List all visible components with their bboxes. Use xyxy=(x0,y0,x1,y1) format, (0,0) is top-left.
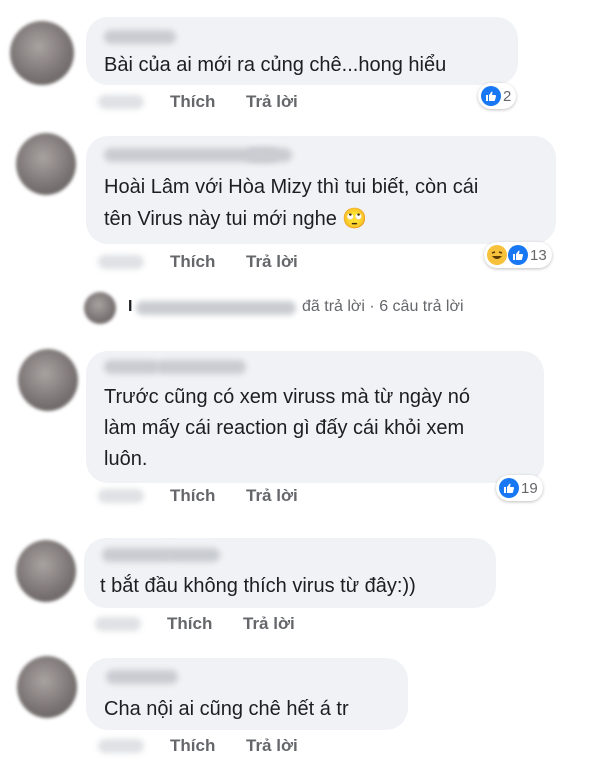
commenter-avatar[interactable] xyxy=(10,21,74,85)
comment-actions: Thích Trả lời xyxy=(98,484,358,508)
like-reaction-icon xyxy=(481,86,501,106)
comment-text-line: tên Virus này tui mới nghe 🙄 xyxy=(104,208,368,230)
separator-dot: · xyxy=(369,298,375,315)
timestamp-blurred[interactable] xyxy=(98,255,144,269)
comment-actions: Thích Trả lời xyxy=(98,734,358,758)
comment-bubble: Hoài Lâm với Hòa Mizy thì tui biết, còn … xyxy=(86,136,556,244)
view-replies-link[interactable]: I đã trả lời · 6 câu trả lời xyxy=(84,292,524,324)
like-button[interactable]: Thích xyxy=(170,90,215,114)
commenter-avatar[interactable] xyxy=(18,349,78,411)
like-reaction-icon xyxy=(508,245,528,265)
comment-actions: Thích Trả lời xyxy=(98,250,358,274)
comment-bubble: Cha nội ai cũng chê hết á tr xyxy=(86,658,408,730)
reaction-count: 13 xyxy=(530,246,547,264)
commenter-name-blurred[interactable] xyxy=(104,360,160,374)
commenter-avatar[interactable] xyxy=(16,540,76,602)
replied-label: đã trả lời xyxy=(302,298,365,315)
commenter-name-blurred xyxy=(156,360,246,374)
comment-text-line: Bài của ai mới ra củng chê...hong hiểu xyxy=(104,54,447,76)
comment-text-line: t bắt đầu không thích virus từ đây:)) xyxy=(100,575,416,597)
reaction-summary[interactable]: 19 xyxy=(496,475,543,501)
reply-button[interactable]: Trả lời xyxy=(246,90,298,114)
commenter-name-blurred[interactable] xyxy=(106,670,178,684)
reply-button[interactable]: Trả lời xyxy=(246,734,298,758)
comment-bubble: Bài của ai mới ra củng chê...hong hiểu xyxy=(86,17,518,85)
commenter-name-blurred xyxy=(168,548,220,562)
haha-reaction-icon xyxy=(487,245,507,265)
like-button[interactable]: Thích xyxy=(170,250,215,274)
replier-avatar xyxy=(84,292,116,324)
reply-count: 6 câu trả lời xyxy=(379,298,464,315)
reaction-count: 2 xyxy=(503,87,512,105)
reply-button[interactable]: Trả lời xyxy=(246,484,298,508)
reaction-summary[interactable]: 13 xyxy=(484,242,552,268)
commenter-avatar[interactable] xyxy=(16,133,76,195)
comment-text-line: luôn. xyxy=(104,448,148,470)
timestamp-blurred[interactable] xyxy=(98,95,144,109)
reaction-count: 19 xyxy=(521,479,538,497)
comment-text-line: Cha nội ai cũng chê hết á tr xyxy=(104,698,349,720)
timestamp-blurred[interactable] xyxy=(98,739,144,753)
timestamp-blurred[interactable] xyxy=(95,617,141,631)
reply-button[interactable]: Trả lời xyxy=(243,612,295,636)
replier-name-blurred xyxy=(136,301,296,315)
comment-bubble: Trước cũng có xem viruss mà từ ngày nó l… xyxy=(86,351,544,483)
like-button[interactable]: Thích xyxy=(170,734,215,758)
commenter-name-blurred[interactable] xyxy=(104,30,176,44)
comment-text-line: làm mấy cái reaction gì đấy cái khỏi xem xyxy=(104,417,465,439)
commenter-name-blurred[interactable] xyxy=(102,548,174,562)
reaction-summary[interactable]: 2 xyxy=(478,83,517,109)
comment-bubble: t bắt đầu không thích virus từ đây:)) xyxy=(84,538,496,608)
comment-actions: Thích Trả lời xyxy=(98,90,358,114)
comment-text-line: Hoài Lâm với Hòa Mizy thì tui biết, còn … xyxy=(104,176,479,198)
like-button[interactable]: Thích xyxy=(167,612,212,636)
replier-name-initial: I xyxy=(128,298,133,315)
timestamp-blurred[interactable] xyxy=(98,489,144,503)
comment-text-line: Trước cũng có xem viruss mà từ ngày nó xyxy=(104,386,470,408)
commenter-name-blurred xyxy=(246,148,292,162)
like-button[interactable]: Thích xyxy=(170,484,215,508)
reply-button[interactable]: Trả lời xyxy=(246,250,298,274)
commenter-avatar[interactable] xyxy=(17,656,77,718)
like-reaction-icon xyxy=(499,478,519,498)
comment-actions: Thích Trả lời xyxy=(95,612,355,636)
